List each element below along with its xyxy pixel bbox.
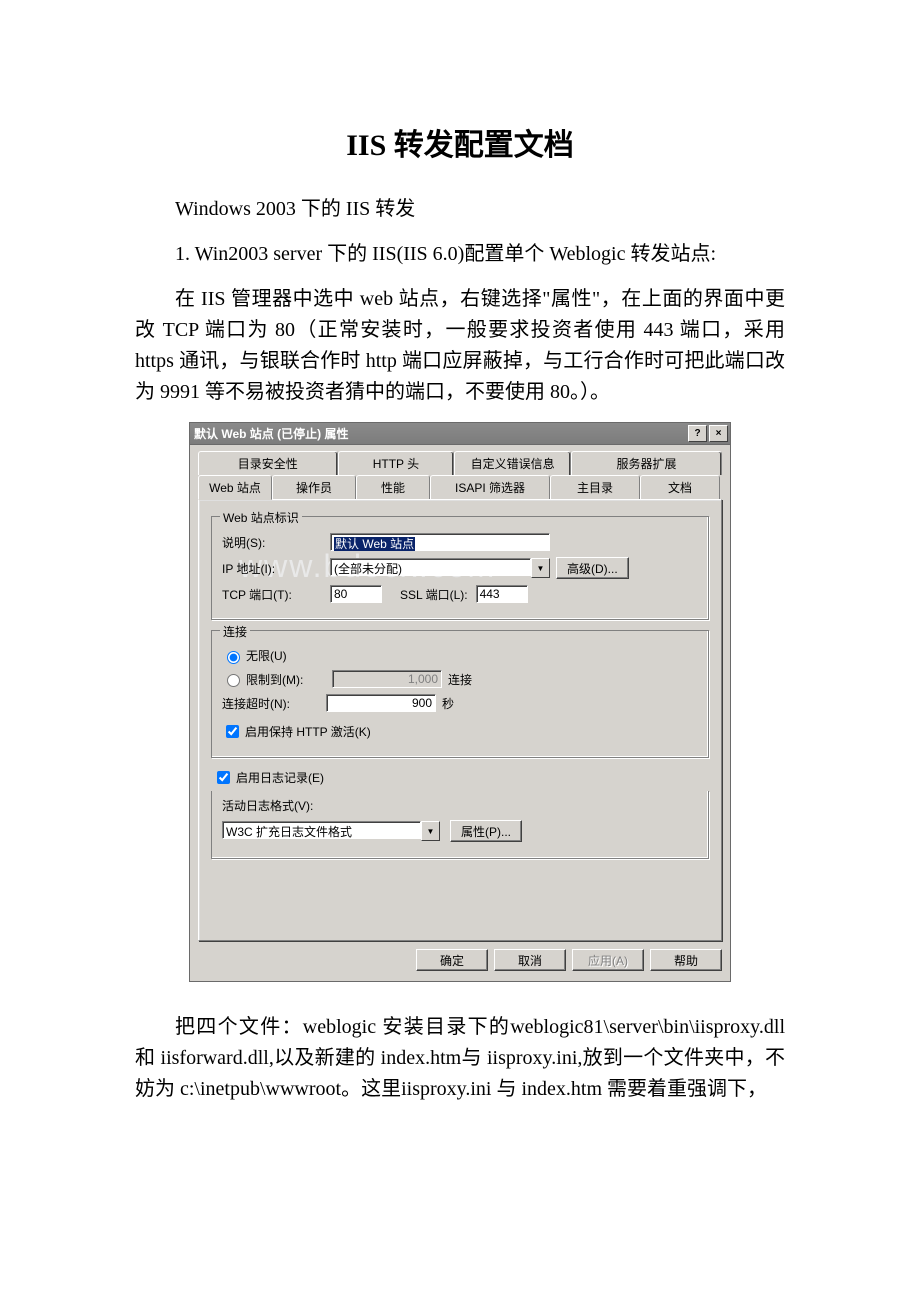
check-logging[interactable] [217,771,230,784]
log-properties-button[interactable]: 属性(P)... [450,820,522,842]
tab-custom-errors[interactable]: 自定义错误信息 [454,451,571,475]
tab-operators[interactable]: 操作员 [272,475,356,499]
tab-http-headers[interactable]: HTTP 头 [338,451,455,475]
radio-unlimited[interactable] [227,651,240,664]
apply-button[interactable]: 应用(A) [572,949,644,971]
ok-button[interactable]: 确定 [416,949,488,971]
unit-seconds: 秒 [442,695,454,712]
paragraph-4: 把四个文件：weblogic 安装目录下的weblogic81\server\b… [135,1012,785,1105]
dialog-titlebar[interactable]: 默认 Web 站点 (已停止) 属性 ? × [189,422,731,445]
chevron-down-icon[interactable]: ▼ [421,821,440,841]
check-keepalive[interactable] [226,725,239,738]
close-icon[interactable]: × [709,425,728,442]
dialog-title: 默认 Web 站点 (已停止) 属性 [194,425,348,442]
tab-documents[interactable]: 文档 [640,475,720,499]
help-icon[interactable]: ? [688,425,707,442]
tab-isapi[interactable]: ISAPI 筛选器 [430,475,550,499]
tab-website[interactable]: Web 站点 [198,475,272,500]
cancel-button[interactable]: 取消 [494,949,566,971]
paragraph-1: Windows 2003 下的 IIS 转发 [135,194,785,225]
input-description[interactable]: 默认 Web 站点 [330,533,550,551]
group-connections: 连接 无限(U) 限制到(M): 1,000 连接 连接超时(N): 900 秒 [211,630,709,758]
label-unlimited: 无限(U) [246,647,287,664]
group-site-id: Web 站点标识 说明(S): 默认 Web 站点 IP 地址(I): (全部未… [211,516,709,620]
tab-server-ext[interactable]: 服务器扩展 [571,451,722,475]
input-limit[interactable]: 1,000 [332,670,442,688]
chevron-down-icon[interactable]: ▼ [531,558,550,578]
advanced-button[interactable]: 高级(D)... [556,557,629,579]
label-ip: IP 地址(I): [222,560,330,577]
properties-dialog: 默认 Web 站点 (已停止) 属性 ? × 目录安全性 HTTP 头 自定义错… [189,422,731,982]
tab-performance[interactable]: 性能 [356,475,430,499]
input-timeout[interactable]: 900 [326,694,436,712]
help-button[interactable]: 帮助 [650,949,722,971]
label-logging: 启用日志记录(E) [236,769,324,786]
group-connections-legend: 连接 [220,623,250,640]
unit-connections: 连接 [448,671,472,688]
paragraph-2: 1. Win2003 server 下的 IIS(IIS 6.0)配置单个 We… [135,239,785,270]
input-tcp-port[interactable]: 80 [330,585,382,603]
label-ssl-port: SSL 端口(L): [400,586,468,603]
group-logging: 活动日志格式(V): W3C 扩充日志文件格式 ▼ 属性(P)... [211,791,709,859]
group-site-id-legend: Web 站点标识 [220,509,302,526]
label-tcp-port: TCP 端口(T): [222,586,330,603]
radio-limit[interactable] [227,674,240,687]
label-limit: 限制到(M): [246,671,332,688]
tab-home-dir[interactable]: 主目录 [550,475,640,499]
select-log-format[interactable]: W3C 扩充日志文件格式 ▼ [222,821,440,841]
label-log-format: 活动日志格式(V): [222,797,698,814]
label-timeout: 连接超时(N): [222,695,326,712]
label-description: 说明(S): [222,534,330,551]
paragraph-3: 在 IIS 管理器中选中 web 站点，右键选择"属性"，在上面的界面中更改 T… [135,284,785,408]
label-keepalive: 启用保持 HTTP 激活(K) [245,723,371,740]
tab-security[interactable]: 目录安全性 [198,451,338,475]
select-ip[interactable]: (全部未分配) ▼ [330,558,550,578]
input-ssl-port[interactable]: 443 [476,585,528,603]
doc-title: IIS 转发配置文档 [135,120,785,164]
